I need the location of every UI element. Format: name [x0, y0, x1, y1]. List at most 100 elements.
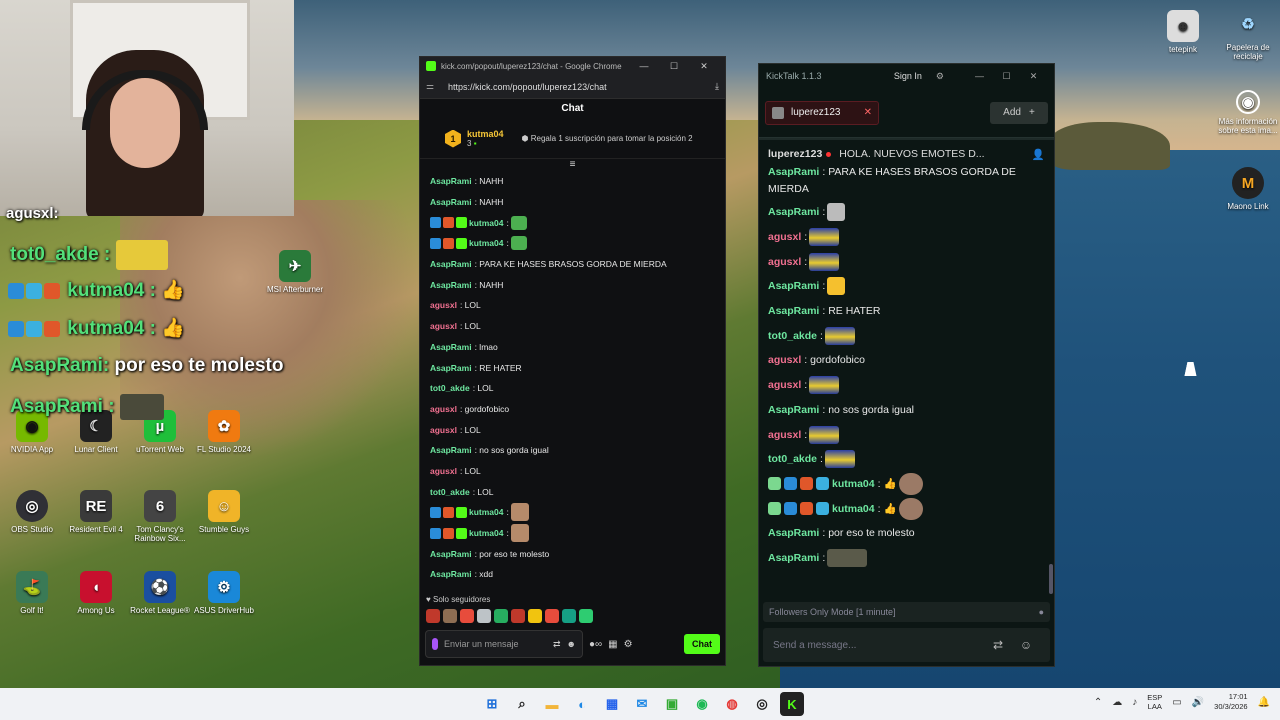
users-icon[interactable]: ●∞	[589, 639, 602, 650]
edge-icon[interactable]: ◐	[570, 692, 594, 716]
chat-username[interactable]: kutma04	[469, 528, 504, 538]
language-indicator[interactable]: ESP LAA	[1147, 693, 1162, 711]
settings-icon[interactable]: ⚙	[624, 639, 633, 650]
desktop-icon-msi[interactable]: ✈ MSI Afterburner	[260, 250, 330, 294]
chat-username[interactable]: kutma04	[469, 507, 504, 517]
chat-username[interactable]: AsapRami	[430, 176, 472, 186]
chat-emote[interactable]	[809, 376, 840, 395]
chat-username[interactable]: tot0_akde	[768, 453, 817, 465]
mic-tray-icon[interactable]: ♪	[1132, 697, 1137, 708]
chat-username[interactable]: AsapRami	[768, 305, 819, 317]
search-icon[interactable]: ⌕	[510, 692, 534, 716]
chat-username[interactable]: AsapRami	[768, 206, 819, 218]
chat-emote[interactable]	[827, 277, 846, 296]
emote[interactable]	[511, 609, 525, 623]
obs-taskbar-icon[interactable]: ◎	[750, 692, 774, 716]
chat-username[interactable]: AsapRami	[768, 527, 819, 539]
chat-emote[interactable]	[510, 236, 527, 251]
chat-username[interactable]: AsapRami	[430, 445, 472, 455]
desktop-icon-r6[interactable]: 6 Tom Clancy's Rainbow Six...	[125, 490, 195, 543]
kicktalk-send-box[interactable]: Send a message... ⇄ ☺	[763, 628, 1050, 662]
translate-icon[interactable]: ⇄	[553, 639, 561, 650]
chat-emote[interactable]	[510, 215, 527, 230]
desktop-icon-golfit[interactable]: ⛳ Golf It!	[0, 571, 67, 615]
start-icon[interactable]: ⊞	[480, 692, 504, 716]
desktop-icon-re4[interactable]: RE Resident Evil 4	[61, 490, 131, 534]
maximize-icon[interactable]: ☐	[993, 71, 1020, 82]
spotify-icon[interactable]: ◉	[690, 692, 714, 716]
top-gifter-banner[interactable]: 1 kutma04 3 ▪ ⬢ Regala 1 suscripción par…	[420, 119, 725, 159]
chat-username[interactable]: AsapRami	[430, 569, 472, 579]
close-icon[interactable]: ✕	[1020, 71, 1047, 82]
notifications-icon[interactable]: 🔔	[1258, 697, 1270, 708]
download-icon[interactable]: ⤓	[715, 81, 719, 92]
desktop-icon-maono[interactable]: M Maono Link	[1213, 167, 1280, 211]
chat-username[interactable]: agusxl	[430, 404, 457, 414]
chat-emote[interactable]	[809, 252, 840, 271]
chat-username[interactable]: agusxl	[430, 300, 457, 310]
outlook-icon[interactable]: ✉	[630, 692, 654, 716]
chat-username[interactable]: agusxl	[430, 321, 457, 331]
info-icon[interactable]: ●	[1039, 607, 1044, 617]
user-list-icon[interactable]: 👤	[1032, 148, 1045, 161]
minimize-icon[interactable]: —	[966, 71, 993, 81]
chat-username[interactable]: tot0_akde	[768, 330, 817, 342]
emote[interactable]	[426, 609, 440, 623]
mic-icon[interactable]	[432, 638, 438, 650]
emote-picker-icon[interactable]: ☺	[1012, 638, 1040, 652]
chat-username[interactable]: AsapRami	[768, 280, 819, 292]
chat-username[interactable]: tot0_akde	[430, 383, 470, 393]
message-input[interactable]: Enviar un mensaje ⇄ ☻	[425, 630, 583, 658]
file-explorer-icon[interactable]: ▬	[540, 692, 564, 716]
translate-icon[interactable]: ⇄	[984, 638, 1012, 652]
chat-username[interactable]: agusxl	[430, 466, 457, 476]
chat-username[interactable]: kutma04	[469, 238, 504, 248]
chat-emote[interactable]	[809, 228, 840, 247]
chat-username[interactable]: AsapRami	[430, 197, 472, 207]
store-icon[interactable]: ▦	[600, 692, 624, 716]
emote[interactable]	[494, 609, 508, 623]
desktop-icon-info[interactable]: ◉ Más información sobre esta ima...	[1213, 90, 1280, 135]
desktop-icon-obs[interactable]: ◎ OBS Studio	[0, 490, 67, 534]
desktop-icon-tetepink[interactable]: ☻ tetepink	[1148, 10, 1218, 54]
add-channel-button[interactable]: Add +	[990, 101, 1048, 124]
chat-emote[interactable]	[510, 503, 529, 522]
emote[interactable]	[460, 609, 474, 623]
gear-icon[interactable]: ⚙	[936, 71, 944, 82]
close-icon[interactable]: ✕	[689, 61, 719, 72]
chat-username[interactable]: agusxl	[430, 425, 457, 435]
display-icon[interactable]: ▭	[1172, 697, 1181, 708]
chat-username[interactable]: kutma04	[469, 218, 504, 228]
chat-username[interactable]: AsapRami	[768, 404, 819, 416]
kick-icon[interactable]: K	[780, 692, 804, 716]
url-field[interactable]: https://kick.com/popout/luperez123/chat	[440, 82, 715, 92]
chat-username[interactable]: AsapRami	[430, 363, 472, 373]
volume-icon[interactable]: 🔊	[1192, 697, 1204, 708]
chat-username[interactable]: AsapRami	[768, 166, 819, 178]
store-icon[interactable]: ▦	[608, 639, 617, 650]
clock[interactable]: 17:01 30/3/2026	[1214, 692, 1247, 712]
emote[interactable]	[443, 609, 457, 623]
maximize-icon[interactable]: ☐	[659, 61, 689, 72]
desktop-icon-stumble[interactable]: ☺ Stumble Guys	[189, 490, 259, 534]
desktop-icon-recycle[interactable]: ♻ Papelera de reciclaje	[1213, 8, 1280, 61]
emote[interactable]	[545, 609, 559, 623]
chat-emote[interactable]	[809, 425, 840, 444]
site-settings-icon[interactable]: ⚌	[426, 81, 440, 92]
chat-username[interactable]: agusxl	[768, 379, 801, 391]
chat-emote[interactable]	[824, 450, 855, 469]
close-tab-icon[interactable]: ✕	[864, 107, 872, 118]
chat-username[interactable]: tot0_akde	[430, 487, 470, 497]
chat-emote[interactable]	[898, 497, 923, 520]
emote[interactable]	[562, 609, 576, 623]
chat-username[interactable]: agusxl	[768, 429, 801, 441]
chat-emote[interactable]	[898, 472, 923, 495]
collapse-handle-icon[interactable]: ≡	[420, 159, 725, 171]
scrollbar[interactable]	[1049, 564, 1053, 594]
chat-username[interactable]: agusxl	[768, 231, 801, 243]
emote[interactable]	[579, 609, 593, 623]
send-chat-button[interactable]: Chat	[684, 634, 720, 654]
sign-in-button[interactable]: Sign In	[894, 71, 922, 81]
desktop-icon-rocketleague[interactable]: ⚽ Rocket League®	[125, 571, 195, 615]
emote[interactable]	[477, 609, 491, 623]
